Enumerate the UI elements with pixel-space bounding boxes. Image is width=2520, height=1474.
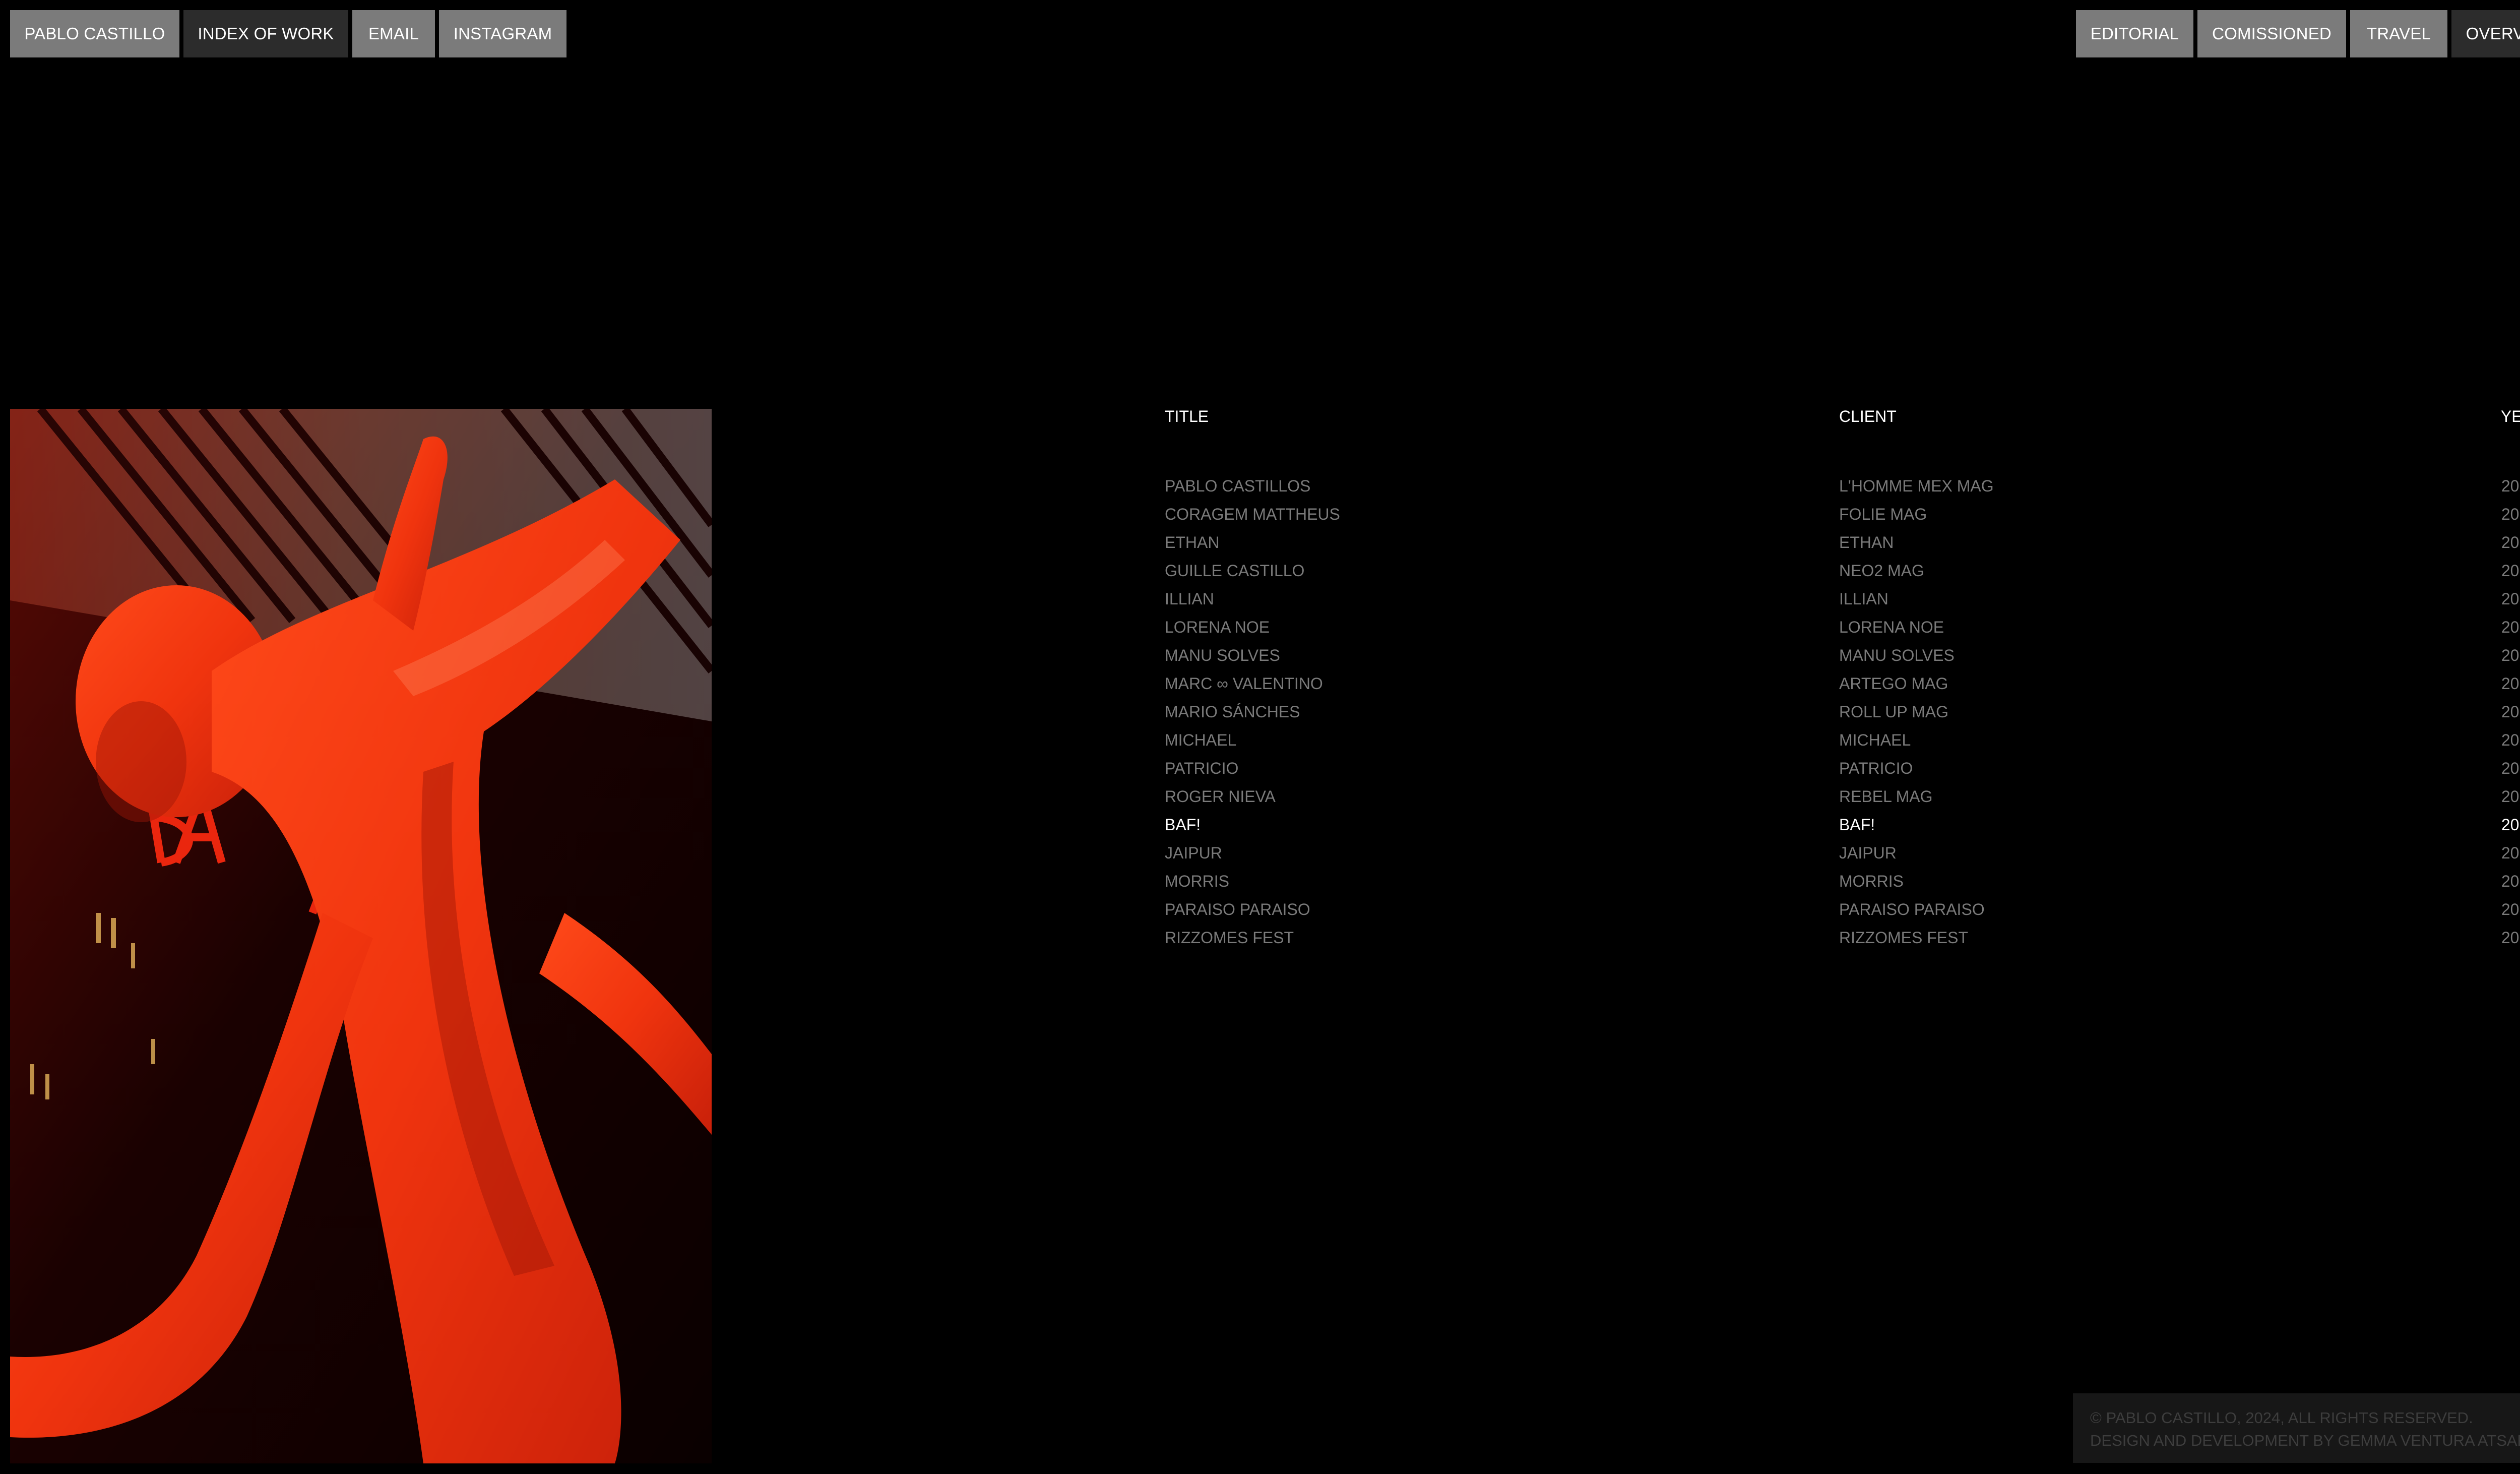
table-row[interactable]: RIZZOMES FEST RIZZOMES FEST 2022 [0,928,2520,956]
row-title: PABLO CASTILLOS [1165,477,1311,495]
table-row[interactable]: MICHAEL MICHAEL 2024 [0,730,2520,758]
row-title: MORRIS [1165,872,1229,890]
row-year: 2024 [2501,703,2520,721]
row-title: MANU SOLVES [1165,646,1280,664]
table-row[interactable]: PABLO CASTILLOS L'HOMME MEX MAG 2024 [0,476,2520,504]
row-client: ARTEGO MAG [1839,674,1948,693]
row-year: 2024 [2501,646,2520,664]
row-client: BAF! [1839,816,1875,834]
row-year: 2023 [2501,787,2520,806]
row-client: MORRIS [1839,872,1904,890]
row-year: 2023 [2501,816,2520,834]
row-year: 2024 [2501,674,2520,693]
row-title: CORAGEM MATTHEUS [1165,505,1340,523]
column-header-title: TITLE [1165,407,1209,425]
row-title: ILLIAN [1165,590,1214,608]
row-year: 2024 [2501,618,2520,636]
row-title: JAIPUR [1165,844,1222,862]
row-title: PARAISO PARAISO [1165,900,1310,918]
column-header-client: CLIENT [1839,407,1897,425]
row-year: 2023 [2501,759,2520,777]
row-client: ILLIAN [1839,590,1888,608]
row-client: ETHAN [1839,533,1894,551]
row-title: PATRICIO [1165,759,1239,777]
table-row-active[interactable]: BAF! BAF! 2023 [0,815,2520,843]
nav-travel-button[interactable]: TRAVEL [2350,10,2447,57]
table-row[interactable]: CORAGEM MATTHEUS FOLIE MAG 2024 [0,504,2520,532]
footer-copyright: © PABLO CASTILLO, 2024, ALL RIGHTS RESER… [2090,1409,2473,1427]
row-client: NEO2 MAG [1839,562,1924,580]
footer-credits: © PABLO CASTILLO, 2024, ALL RIGHTS RESER… [2073,1393,2520,1463]
row-title: ROGER NIEVA [1165,787,1276,806]
row-client: PARAISO PARAISO [1839,900,1985,918]
row-title: MARC ∞ VALENTINO [1165,674,1323,693]
row-year: 2022 [2501,872,2520,890]
table-row[interactable]: MARC ∞ VALENTINO ARTEGO MAG 2024 [0,673,2520,702]
table-row[interactable]: MANU SOLVES MANU SOLVES 2024 [0,645,2520,673]
row-year: 2024 [2501,562,2520,580]
footer-design-credit: DESIGN AND DEVELOPMENT BY GEMMA VENTURA … [2090,1432,2520,1449]
row-title: MARIO SÁNCHES [1165,703,1300,721]
row-client: FOLIE MAG [1839,505,1927,523]
row-title: LORENA NOE [1165,618,1270,636]
table-row[interactable]: MORRIS MORRIS 2022 [0,871,2520,899]
nav-comissioned-button[interactable]: COMISSIONED [2197,10,2346,57]
row-client: LORENA NOE [1839,618,1944,636]
row-client: REBEL MAG [1839,787,1933,806]
row-title: ETHAN [1165,533,1220,551]
nav-editorial-button[interactable]: EDITORIAL [2076,10,2193,57]
nav-pablo-castillo-button[interactable]: PABLO CASTILLO [10,10,179,57]
row-year: 2022 [2501,900,2520,918]
nav-email-button[interactable]: EMAIL [352,10,435,57]
row-client: RIZZOMES FEST [1839,929,1968,947]
row-year: 2024 [2501,731,2520,749]
row-year: 2024 [2501,590,2520,608]
row-title: RIZZOMES FEST [1165,929,1294,947]
table-row[interactable]: MARIO SÁNCHES ROLL UP MAG 2024 [0,702,2520,730]
row-client: MANU SOLVES [1839,646,1955,664]
nav-index-of-work-button[interactable]: INDEX OF WORK [183,10,348,57]
row-client: JAIPUR [1839,844,1897,862]
table-row[interactable]: LORENA NOE LORENA NOE 2024 [0,617,2520,645]
page: PABLO CASTILLO INDEX OF WORK EMAIL INSTA… [0,0,2520,1474]
row-title: MICHAEL [1165,731,1237,749]
row-year: 2024 [2501,477,2520,495]
table-row[interactable]: ETHAN ETHAN 2024 [0,532,2520,561]
row-year: 2023 [2501,844,2520,862]
row-title: GUILLE CASTILLO [1165,562,1305,580]
column-header-year: YEAR [2500,407,2520,425]
row-year: 2024 [2501,533,2520,551]
table-row[interactable]: JAIPUR JAIPUR 2023 [0,843,2520,871]
row-client: ROLL UP MAG [1839,703,1948,721]
row-client: MICHAEL [1839,731,1911,749]
table-row[interactable]: PATRICIO PATRICIO 2023 [0,758,2520,786]
row-year: 2022 [2501,929,2520,947]
table-row[interactable]: PARAISO PARAISO PARAISO PARAISO 2022 [0,899,2520,928]
table-row[interactable]: ROGER NIEVA REBEL MAG 2023 [0,786,2520,815]
table-row[interactable]: GUILLE CASTILLO NEO2 MAG 2024 [0,561,2520,589]
row-client: PATRICIO [1839,759,1913,777]
row-year: 2024 [2501,505,2520,523]
nav-instagram-button[interactable]: INSTAGRAM [439,10,566,57]
row-title: BAF! [1165,816,1201,834]
nav-overview-button[interactable]: OVERVIEW [2451,10,2520,57]
table-row[interactable]: ILLIAN ILLIAN 2024 [0,589,2520,617]
row-client: L'HOMME MEX MAG [1839,477,1994,495]
